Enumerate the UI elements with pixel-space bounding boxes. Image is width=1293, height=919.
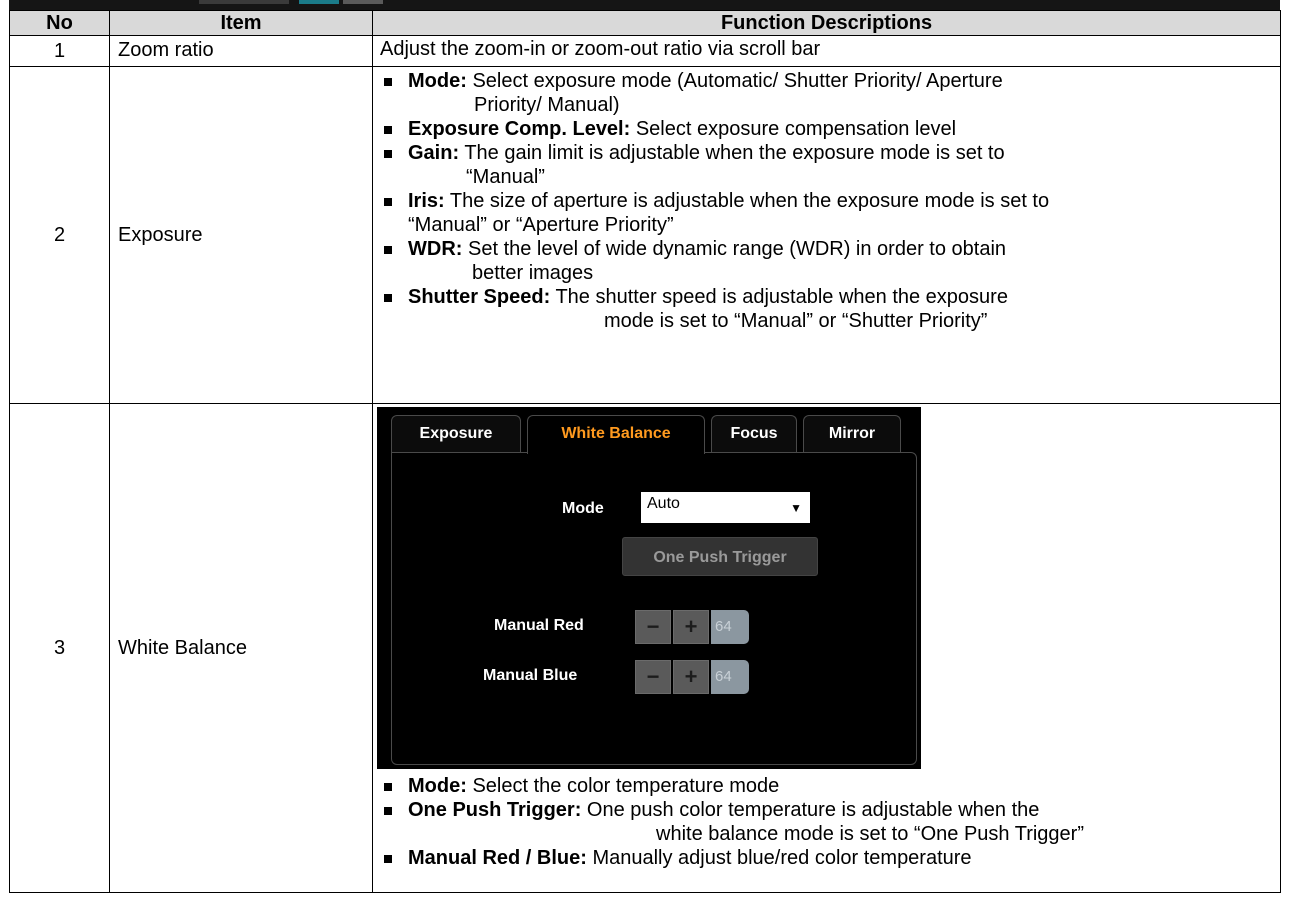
row-description: Adjust the zoom-in or zoom-out ratio via…: [372, 35, 1281, 67]
strip-segment: [199, 0, 289, 4]
header-function-descriptions: Function Descriptions: [372, 10, 1281, 36]
bullet-continuation: white balance mode is set to “One Push T…: [656, 823, 1084, 845]
bullet-term: Shutter Speed:: [408, 286, 551, 308]
strip-segment: [343, 0, 383, 4]
bullet-text: Set the level of wide dynamic range (WDR…: [462, 238, 1007, 260]
bullet-item: Mode: Select the color temperature mode: [380, 774, 1274, 798]
row-item: White Balance: [109, 403, 373, 893]
bullet-item: Mode: Select exposure mode (Automatic/ S…: [380, 69, 1274, 117]
bullet-item: Gain: The gain limit is adjustable when …: [380, 141, 1274, 189]
bullet-text: The shutter speed is adjustable when the…: [550, 286, 1008, 308]
row-number: 3: [9, 403, 110, 893]
bullet-term: One Push Trigger:: [408, 799, 582, 821]
row-description: Exposure White Balance Focus Mirror Mode…: [372, 403, 1281, 893]
row-description: Mode: Select exposure mode (Automatic/ S…: [372, 66, 1281, 404]
tab-mirror[interactable]: Mirror: [803, 415, 901, 452]
mode-select[interactable]: Auto ▼: [641, 492, 810, 523]
bullet-continuation: “Manual” or “Aperture Priority”: [408, 214, 674, 236]
manual-blue-minus-button[interactable]: −: [635, 660, 671, 694]
function-table: No Item Function Descriptions 1 Zoom rat…: [9, 10, 1281, 893]
one-push-trigger-button[interactable]: One Push Trigger: [622, 537, 818, 576]
table-row: 1 Zoom ratio Adjust the zoom-in or zoom-…: [9, 35, 1281, 67]
chevron-down-icon: ▼: [790, 501, 802, 515]
tab-white-balance[interactable]: White Balance: [527, 415, 705, 454]
manual-red-value[interactable]: 64: [711, 610, 749, 644]
cropped-screenshot-strip: [9, 0, 1280, 10]
bullet-text: One push color temperature is adjustable…: [581, 799, 1040, 821]
bullet-text: The size of aperture is adjustable when …: [444, 190, 1050, 212]
bullet-text: Select exposure mode (Automatic/ Shutter…: [466, 70, 1003, 92]
bullet-item: One Push Trigger: One push color tempera…: [380, 798, 1274, 846]
bullet-term: Iris:: [408, 190, 445, 212]
header-no: No: [9, 10, 110, 36]
table-row: 3 White Balance Exposure White Balance F…: [9, 403, 1281, 893]
manual-red-plus-button[interactable]: +: [673, 610, 709, 644]
table-row: 2 Exposure Mode: Select exposure mode (A…: [9, 66, 1281, 404]
bullet-item: Iris: The size of aperture is adjustable…: [380, 189, 1274, 237]
manual-red-minus-button[interactable]: −: [635, 610, 671, 644]
bullet-term: Gain:: [408, 142, 460, 164]
bullet-term: Mode:: [408, 70, 467, 92]
manual-blue-label: Manual Blue: [483, 667, 578, 684]
bullet-text: Select the color temperature mode: [466, 775, 780, 797]
bullet-list: Mode: Select exposure mode (Automatic/ S…: [380, 69, 1274, 333]
bullet-item: Manual Red / Blue: Manually adjust blue/…: [380, 846, 1274, 870]
manual-blue-value[interactable]: 64: [711, 660, 749, 694]
row-item: Zoom ratio: [109, 35, 373, 67]
bullet-item: Shutter Speed: The shutter speed is adju…: [380, 285, 1274, 333]
mode-select-value: Auto: [647, 495, 680, 512]
bullet-term: Mode:: [408, 775, 467, 797]
bullet-term: WDR:: [408, 238, 463, 260]
bullet-continuation: Priority/ Manual): [474, 94, 620, 116]
white-balance-settings-screenshot: Exposure White Balance Focus Mirror Mode…: [377, 407, 921, 769]
bullet-item: WDR: Set the level of wide dynamic range…: [380, 237, 1274, 285]
manual-red-label: Manual Red: [494, 617, 584, 634]
manual-blue-plus-button[interactable]: +: [673, 660, 709, 694]
bullet-item: Exposure Comp. Level: Select exposure co…: [380, 117, 1274, 141]
bullet-continuation: better images: [472, 262, 594, 284]
row-item: Exposure: [109, 66, 373, 404]
bullet-continuation: mode is set to “Manual” or “Shutter Prio…: [604, 310, 988, 332]
bullet-term: Manual Red / Blue:: [408, 847, 587, 869]
header-item: Item: [109, 10, 373, 36]
bullet-text: The gain limit is adjustable when the ex…: [459, 142, 1005, 164]
mode-label: Mode: [562, 500, 604, 517]
tab-focus[interactable]: Focus: [711, 415, 797, 452]
tab-exposure[interactable]: Exposure: [391, 415, 521, 452]
bullet-text: Manually adjust blue/red color temperatu…: [586, 847, 972, 869]
strip-segment: [299, 0, 339, 4]
table-header-row: No Item Function Descriptions: [9, 10, 1281, 36]
bullet-text: Select exposure compensation level: [630, 118, 957, 140]
bullet-list: Mode: Select the color temperature mode …: [380, 774, 1274, 870]
row-number: 1: [9, 35, 110, 67]
bullet-term: Exposure Comp. Level:: [408, 118, 631, 140]
row-number: 2: [9, 66, 110, 404]
bullet-continuation: “Manual”: [466, 166, 545, 188]
